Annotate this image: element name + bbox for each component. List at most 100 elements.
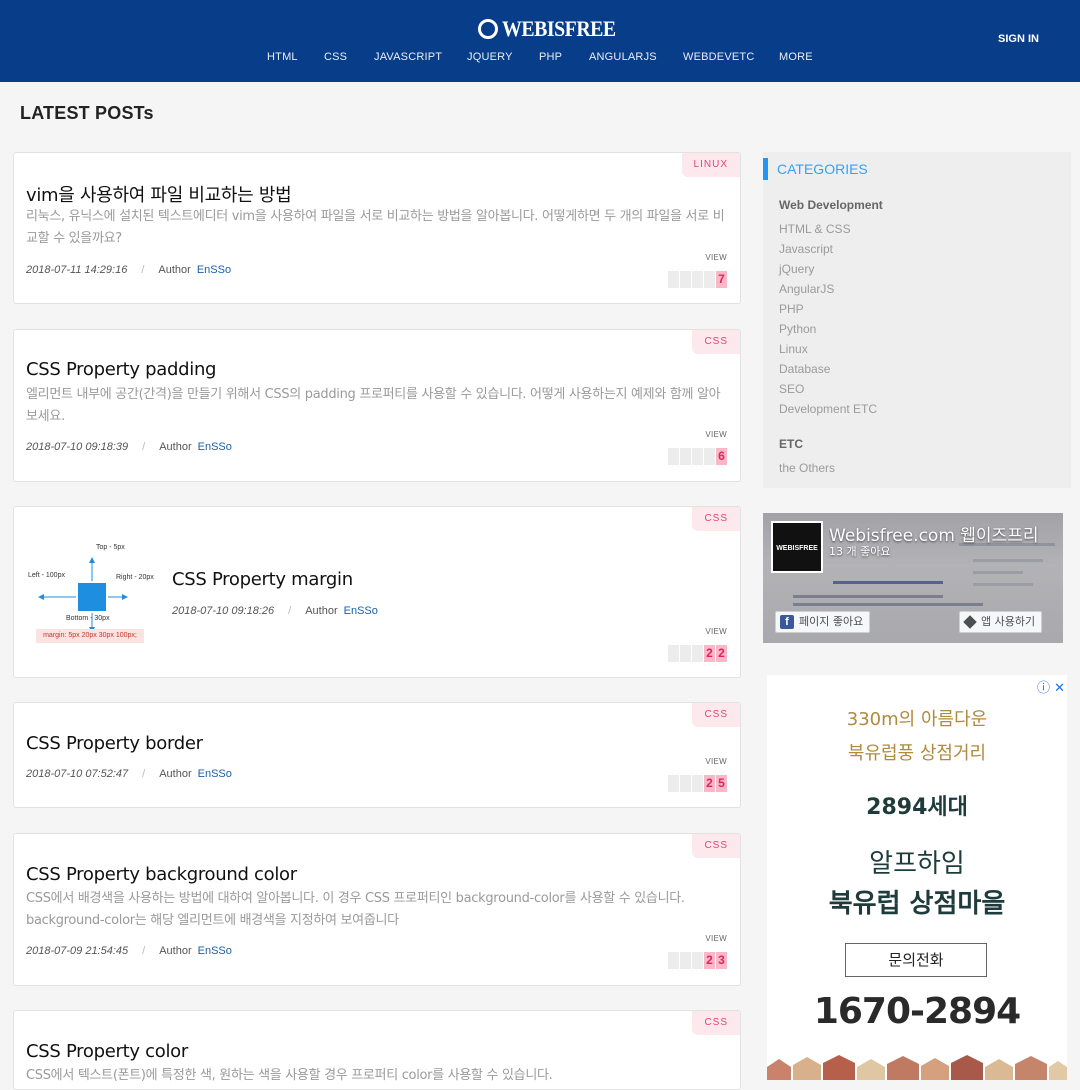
nav-more[interactable]: MORE: [779, 51, 813, 63]
post-title[interactable]: CSS Property padding: [26, 359, 216, 380]
counter-cell: [704, 448, 715, 465]
post-excerpt: CSS에서 배경색을 사용하는 방법에 대하여 알아봅니다. 이 경우 CSS …: [26, 891, 685, 928]
meta-separator: /: [142, 768, 146, 780]
category-item[interactable]: Linux: [779, 342, 808, 356]
counter-cell: [692, 271, 703, 288]
post-title[interactable]: vim을 사용하여 파일 비교하는 방법: [26, 181, 292, 207]
category-item[interactable]: Python: [779, 322, 816, 336]
counter-digit: 2: [704, 952, 715, 969]
nav-angularjs[interactable]: ANGULARJS: [589, 51, 657, 63]
ad-buildings-image: [767, 1055, 1067, 1080]
counter-digit: 5: [716, 775, 727, 792]
category-item[interactable]: jQuery: [779, 262, 814, 276]
post-card: CSS CSS Property background color CSS에서 …: [13, 833, 741, 986]
author-link[interactable]: EnSSo: [197, 264, 231, 276]
post-card: CSS CSS Property padding 엘리먼트 내부에 공간(간격)…: [13, 329, 741, 482]
post-date: 2018-07-10 09:18:39: [26, 441, 129, 453]
thumb-label-bottom: Bottom - 30px: [66, 615, 110, 622]
ad-choices-icon[interactable]: ⓘ ✕: [1037, 677, 1065, 696]
site-logo[interactable]: WEBISFREE: [478, 16, 628, 42]
category-badge[interactable]: CSS: [692, 834, 740, 858]
nav-jquery[interactable]: JQUERY: [467, 51, 513, 63]
nav-webdevetc[interactable]: WEBDEVETC: [683, 51, 754, 63]
post-excerpt: 리눅스, 유닉스에 설치된 텍스트에디터 vim을 사용하여 파일을 서로 비교…: [26, 209, 725, 246]
post-title[interactable]: CSS Property color: [26, 1041, 188, 1062]
category-item[interactable]: PHP: [779, 302, 804, 316]
category-badge[interactable]: CSS: [692, 703, 740, 727]
category-item[interactable]: HTML & CSS: [779, 222, 851, 236]
counter-cell: [680, 952, 691, 969]
facebook-page-widget: WEBISFREE Webisfree.com 웹이즈프리 13 개 좋아요 f…: [763, 513, 1063, 643]
author-label: Author: [158, 264, 191, 276]
category-item[interactable]: SEO: [779, 382, 804, 396]
view-counter: 23: [668, 952, 727, 969]
counter-cell: [692, 952, 703, 969]
thumb-label-top: Top - 5px: [96, 544, 125, 551]
category-badge[interactable]: LINUX: [681, 153, 740, 177]
facebook-icon: f: [780, 615, 794, 629]
post-title[interactable]: CSS Property margin: [172, 569, 353, 590]
category-item[interactable]: the Others: [779, 461, 835, 475]
counter-cell: [668, 448, 679, 465]
thumb-label-left: Left - 100px: [28, 572, 65, 579]
nav-php[interactable]: PHP: [539, 51, 562, 63]
counter-digit: 7: [716, 271, 727, 288]
logo-text: WEBISFREE: [502, 16, 616, 41]
counter-cell: [680, 645, 691, 662]
use-app-label: 앱 사용하기: [981, 615, 1036, 628]
category-badge[interactable]: CSS: [692, 1011, 740, 1035]
counter-cell: [668, 645, 679, 662]
category-item[interactable]: Development ETC: [779, 402, 877, 416]
ad-cta-button[interactable]: 문의전화: [845, 943, 987, 977]
ad-line-2: 북유럽풍 상점거리: [847, 743, 987, 764]
use-app-button[interactable]: 앱 사용하기: [959, 611, 1043, 633]
post-date: 2018-07-10 09:18:26: [172, 605, 275, 617]
counter-cell: [680, 271, 691, 288]
post-excerpt: CSS에서 텍스트(폰트)에 특정한 색, 원하는 색을 사용할 경우 프로퍼티…: [26, 1068, 553, 1083]
counter-digit: 2: [704, 645, 715, 662]
author-link[interactable]: EnSSo: [198, 441, 232, 453]
like-page-button[interactable]: f 페이지 좋아요: [775, 611, 871, 633]
post-title[interactable]: CSS Property border: [26, 733, 203, 754]
view-counter: 22: [668, 645, 727, 662]
category-group-title: ETC: [779, 437, 803, 451]
page-avatar[interactable]: WEBISFREE: [771, 521, 823, 573]
view-counter: 7: [668, 271, 727, 288]
author-link[interactable]: EnSSo: [344, 605, 378, 617]
category-group-title: Web Development: [779, 198, 883, 212]
post-excerpt: 엘리먼트 내부에 공간(간격)을 만들기 위해서 CSS의 padding 프로…: [26, 387, 721, 424]
post-card: CSS CSS Property color CSS에서 텍스트(폰트)에 특정…: [13, 1010, 741, 1090]
nav-css[interactable]: CSS: [324, 51, 347, 63]
author-label: Author: [159, 441, 192, 453]
counter-cell: [680, 775, 691, 792]
category-item[interactable]: Javascript: [779, 242, 833, 256]
category-badge[interactable]: CSS: [692, 507, 740, 531]
nav-javascript[interactable]: JAVASCRIPT: [374, 51, 442, 63]
author-link[interactable]: EnSSo: [198, 768, 232, 780]
counter-cell: [668, 952, 679, 969]
post-date: 2018-07-09 21:54:45: [26, 945, 129, 957]
view-counter: 25: [668, 775, 727, 792]
logo-ring-icon: [478, 19, 498, 39]
view-label: VIEW: [705, 934, 727, 943]
post-card: CSS CSS Property border 2018-07-10 07:52…: [13, 702, 741, 808]
advertisement[interactable]: ⓘ ✕ 330m의 아름다운 북유럽풍 상점거리 2894세대 알프하임 북유럽…: [767, 675, 1067, 1080]
sign-in-link[interactable]: SIGN IN: [998, 33, 1039, 45]
post-card: LINUX vim을 사용하여 파일 비교하는 방법 리눅스, 유닉스에 설치된…: [13, 152, 741, 304]
ad-phone: 1670-2894: [813, 991, 1021, 1032]
ad-line-3: 2894세대: [866, 795, 968, 820]
counter-cell: [692, 645, 703, 662]
category-item[interactable]: Database: [779, 362, 830, 376]
post-title[interactable]: CSS Property background color: [26, 864, 297, 885]
author-link[interactable]: EnSSo: [198, 945, 232, 957]
ad-line-5: 북유럽 상점마을: [828, 889, 1006, 919]
author-label: Author: [159, 768, 192, 780]
counter-cell: [704, 271, 715, 288]
post-thumbnail[interactable]: Top - 5px Left - 100px Right - 20px Bott…: [28, 531, 154, 651]
meta-separator: /: [141, 264, 145, 276]
counter-cell: [668, 775, 679, 792]
category-item[interactable]: AngularJS: [779, 282, 834, 296]
view-label: VIEW: [705, 430, 727, 439]
nav-html[interactable]: HTML: [267, 51, 298, 63]
category-badge[interactable]: CSS: [692, 330, 740, 354]
